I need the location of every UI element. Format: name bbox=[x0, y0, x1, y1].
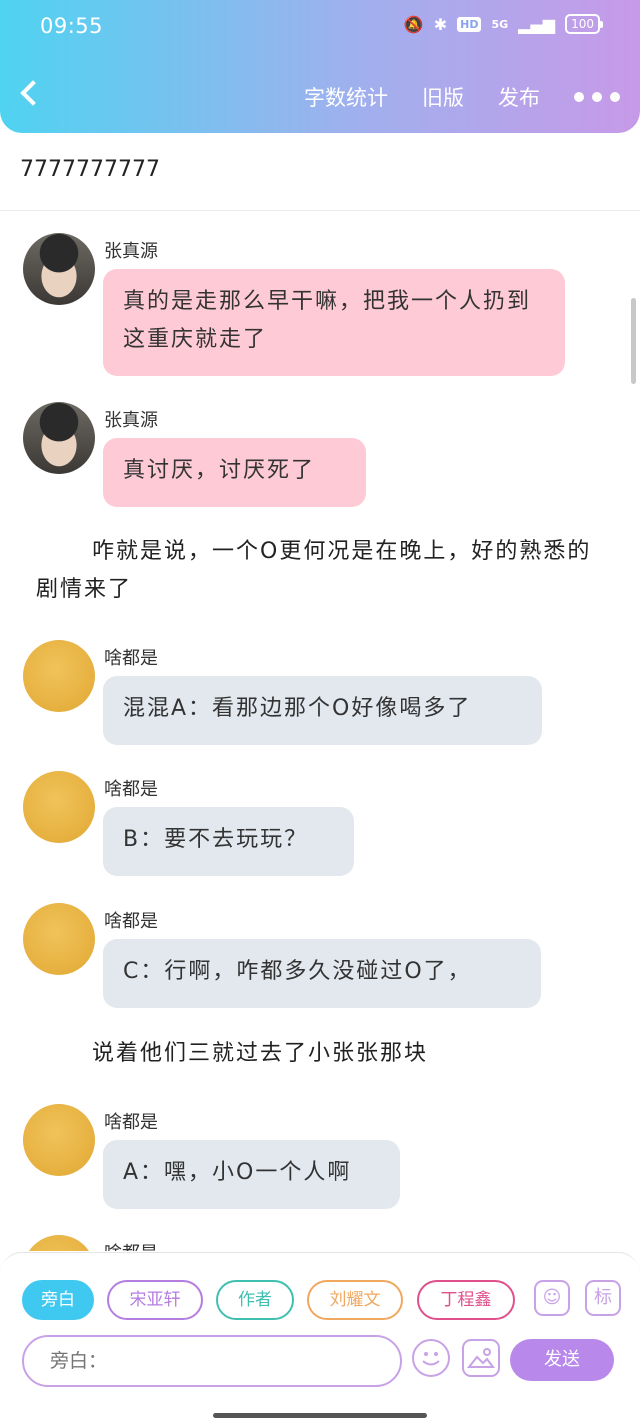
composer-panel: 旁白 宋亚轩 作者 刘耀文 丁程鑫 ☺ 标 发送 bbox=[0, 1252, 640, 1392]
signal-icon: ▂▄▆ bbox=[518, 14, 556, 34]
sender-name: 啥都是 bbox=[104, 911, 158, 932]
story-title: 7777777777 bbox=[20, 157, 160, 182]
avatar[interactable] bbox=[23, 640, 95, 712]
bluetooth-icon: ✱ bbox=[433, 14, 448, 34]
battery-icon: 100 bbox=[565, 14, 603, 34]
message-bubble[interactable]: 真讨厌，讨厌死了 bbox=[103, 438, 366, 507]
message-bubble[interactable]: C：行啊，咋都多久没碰过O了， bbox=[103, 939, 541, 1008]
role-chip[interactable]: 作者 bbox=[216, 1280, 294, 1320]
sender-name: 张真源 bbox=[104, 410, 158, 431]
emoji-icon[interactable] bbox=[412, 1339, 450, 1377]
word-count-button[interactable]: 字数统计 bbox=[304, 82, 388, 112]
mute-bell-icon: 🔕 bbox=[403, 14, 424, 34]
role-chip-narrator[interactable]: 旁白 bbox=[22, 1280, 94, 1320]
tag-icon[interactable]: 标 bbox=[585, 1280, 621, 1316]
message-bubble[interactable]: B：要不去玩玩？ bbox=[103, 807, 354, 876]
narration-text[interactable]: 咋就是说，一个O更何况是在晚上，好的熟悉的剧情来了 bbox=[36, 533, 606, 609]
avatar[interactable] bbox=[23, 1235, 95, 1251]
sender-name: 啥都是 bbox=[104, 1112, 158, 1133]
sender-name: 张真源 bbox=[104, 241, 158, 262]
chat-list[interactable]: 张真源 真的是走那么早干嘛，把我一个人扔到这重庆就走了 张真源 真讨厌，讨厌死了… bbox=[0, 211, 640, 1251]
sender-name: 啥都是 bbox=[104, 648, 158, 669]
avatar[interactable] bbox=[23, 233, 95, 305]
avatar[interactable] bbox=[23, 402, 95, 474]
avatar[interactable] bbox=[23, 903, 95, 975]
sender-name: 啥都是 bbox=[104, 779, 158, 800]
message-bubble[interactable]: 真的是走那么早干嘛，把我一个人扔到这重庆就走了 bbox=[103, 269, 565, 376]
home-indicator[interactable] bbox=[213, 1413, 427, 1418]
message-bubble[interactable]: A：嘿，小O一个人啊 bbox=[103, 1140, 400, 1209]
message-input[interactable] bbox=[22, 1335, 402, 1387]
role-chip[interactable]: 宋亚轩 bbox=[107, 1280, 203, 1320]
back-arrow-icon[interactable] bbox=[20, 80, 46, 106]
status-time: 09:55 bbox=[40, 14, 104, 38]
hd-badge: HD bbox=[457, 16, 482, 32]
avatar[interactable] bbox=[23, 1104, 95, 1176]
more-icon[interactable] bbox=[574, 92, 620, 102]
publish-button[interactable]: 发布 bbox=[498, 82, 540, 112]
status-icons: 🔕 ✱ HD 5G ▂▄▆ 100 bbox=[403, 14, 603, 34]
scrollbar[interactable] bbox=[631, 298, 636, 384]
narration-text[interactable]: 说着他们三就过去了小张张那块 bbox=[36, 1035, 606, 1073]
nav-actions: 字数统计 旧版 发布 bbox=[304, 82, 620, 112]
image-icon[interactable] bbox=[462, 1339, 500, 1377]
role-chip[interactable]: 丁程鑫 bbox=[417, 1280, 515, 1320]
story-title-row[interactable]: 7777777777 bbox=[0, 133, 640, 211]
sender-name: 啥都是 bbox=[104, 1239, 158, 1251]
person-icon[interactable]: ☺ bbox=[534, 1280, 570, 1316]
network-5g: 5G bbox=[491, 17, 509, 31]
header-bar: 09:55 🔕 ✱ HD 5G ▂▄▆ 100 字数统计 旧版 发布 bbox=[0, 0, 640, 133]
old-version-button[interactable]: 旧版 bbox=[422, 82, 464, 112]
message-bubble[interactable]: 混混A：看那边那个O好像喝多了 bbox=[103, 676, 542, 745]
role-chip[interactable]: 刘耀文 bbox=[307, 1280, 403, 1320]
avatar[interactable] bbox=[23, 771, 95, 843]
send-button[interactable]: 发送 bbox=[510, 1339, 614, 1381]
